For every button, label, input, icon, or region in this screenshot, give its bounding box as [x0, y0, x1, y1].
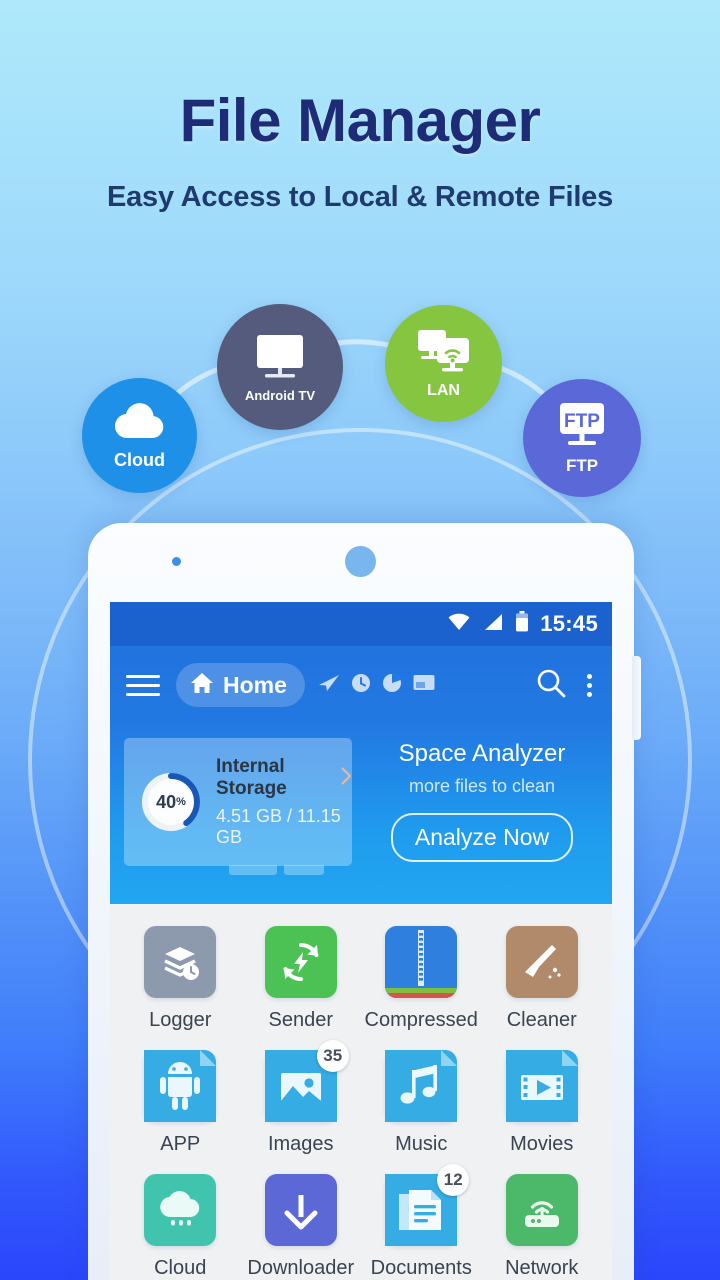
grid-item-label: Sender	[268, 1009, 334, 1031]
service-circles: Cloud Android TV LAN FTP FTP	[0, 0, 720, 520]
service-label: Android TV	[244, 387, 316, 403]
grid-item-label: Logger	[149, 1009, 212, 1031]
cloud-rain-icon	[144, 1174, 217, 1246]
kebab-menu-icon[interactable]	[587, 673, 592, 697]
photo-icon: 35	[264, 1040, 349, 1122]
app-toolbar: Home	[110, 646, 612, 724]
grid-item-compressed[interactable]: Compressed	[361, 926, 482, 1032]
storage-card[interactable]: 40% Internal Storage 4.51 GB / 11.15 GB	[124, 738, 352, 875]
grid-item-downloader[interactable]: Downloader	[241, 1174, 362, 1280]
service-circle-lan[interactable]: LAN	[385, 305, 502, 422]
breadcrumb-home[interactable]: Home	[176, 663, 305, 707]
sd-card-notch-2	[284, 865, 324, 875]
space-analyzer-title: Space Analyzer	[398, 740, 566, 767]
layers-clock-icon	[144, 926, 217, 998]
grid-item-logger[interactable]: Logger	[120, 926, 241, 1032]
android-icon	[144, 1050, 217, 1122]
grid-item-movies[interactable]: Movies	[482, 1050, 603, 1156]
hamburger-icon[interactable]	[126, 674, 160, 696]
search-icon[interactable]	[535, 667, 567, 704]
hero-section: 40% Internal Storage 4.51 GB / 11.15 GB …	[110, 724, 612, 904]
storage-percent: 40%	[156, 791, 186, 812]
tv-icon	[249, 333, 311, 386]
grid-item-label: Network	[505, 1257, 579, 1279]
phone-camera	[345, 546, 376, 577]
phone-sensor-dot	[172, 557, 181, 566]
grid-item-app[interactable]: APP	[120, 1050, 241, 1156]
analyze-now-button[interactable]: Analyze Now	[390, 813, 574, 862]
breadcrumb-home-label: Home	[223, 671, 287, 698]
space-analyzer-subtitle: more files to clean	[408, 776, 556, 796]
broom-icon	[505, 926, 578, 998]
ftp-icon: FTP	[552, 402, 612, 453]
home-icon	[190, 672, 214, 699]
grid-item-label: Movies	[510, 1133, 574, 1155]
cloud-icon	[111, 402, 169, 447]
app-grid: Logger Sender Compressed Cleaner APP 35 …	[110, 904, 612, 1280]
wifi-icon	[447, 613, 471, 636]
storage-usage: 4.51 GB / 11.15 GB	[216, 806, 341, 847]
music-note-icon	[385, 1050, 458, 1122]
zip-file-icon	[385, 926, 458, 998]
window-icon[interactable]	[413, 674, 435, 697]
grid-item-label: Cleaner	[506, 1009, 577, 1031]
send-icon[interactable]	[318, 673, 340, 698]
service-circle-android-tv[interactable]: Android TV	[217, 304, 343, 430]
phone-screen: 15:45 Home 40 % Internal Storage 4.51 GB…	[110, 602, 612, 1280]
router-wifi-icon	[505, 1174, 578, 1246]
grid-item-label: Music	[395, 1133, 448, 1155]
chevron-right-icon	[341, 766, 352, 790]
grid-item-documents[interactable]: 12 Documents	[361, 1164, 482, 1280]
grid-item-badge: 12	[437, 1164, 470, 1196]
toolbar-actions	[535, 667, 596, 704]
grid-item-network[interactable]: Network	[482, 1174, 603, 1280]
grid-item-label: Compressed	[364, 1009, 478, 1031]
grid-item-cloud[interactable]: Cloud	[120, 1174, 241, 1280]
service-circle-cloud[interactable]: Cloud	[82, 378, 197, 493]
sd-card-notch	[229, 865, 277, 875]
grid-item-sender[interactable]: Sender	[241, 926, 362, 1032]
refresh-bolt-icon	[264, 926, 337, 998]
status-bar: 15:45	[110, 602, 612, 646]
signal-icon	[482, 613, 504, 636]
svg-text:FTP: FTP	[564, 411, 600, 432]
phone-side-button[interactable]	[632, 656, 641, 740]
grid-item-label: Documents	[370, 1257, 472, 1279]
grid-item-label: Downloader	[247, 1257, 355, 1279]
grid-item-label: APP	[160, 1133, 201, 1155]
grid-item-music[interactable]: Music	[361, 1050, 482, 1156]
grid-item-badge: 35	[316, 1040, 349, 1072]
service-label: FTP	[565, 456, 599, 475]
toolbar-mini-icons	[318, 673, 435, 698]
grid-item-images[interactable]: 35 Images	[241, 1040, 362, 1156]
document-icon: 12	[385, 1164, 470, 1246]
status-time: 15:45	[540, 611, 598, 636]
video-play-icon	[505, 1050, 578, 1122]
arrow-down-icon	[264, 1174, 337, 1246]
storage-progress-ring: 40%	[140, 771, 202, 833]
service-label: LAN	[427, 382, 460, 399]
storage-text: Internal Storage 4.51 GB / 11.15 GB	[216, 756, 352, 848]
lan-icon	[415, 328, 473, 379]
space-analyzer-panel: Space Analyzer more files to clean Analy…	[352, 740, 612, 862]
pie-chart-icon[interactable]	[382, 673, 402, 698]
clock-icon[interactable]	[351, 673, 371, 698]
storage-title: Internal Storage	[216, 756, 287, 799]
battery-icon	[515, 611, 529, 637]
service-circle-ftp[interactable]: FTP FTP	[523, 379, 641, 497]
service-label: Cloud	[114, 450, 165, 470]
grid-item-cleaner[interactable]: Cleaner	[482, 926, 603, 1032]
grid-item-label: Cloud	[154, 1257, 207, 1279]
grid-item-label: Images	[267, 1133, 334, 1155]
